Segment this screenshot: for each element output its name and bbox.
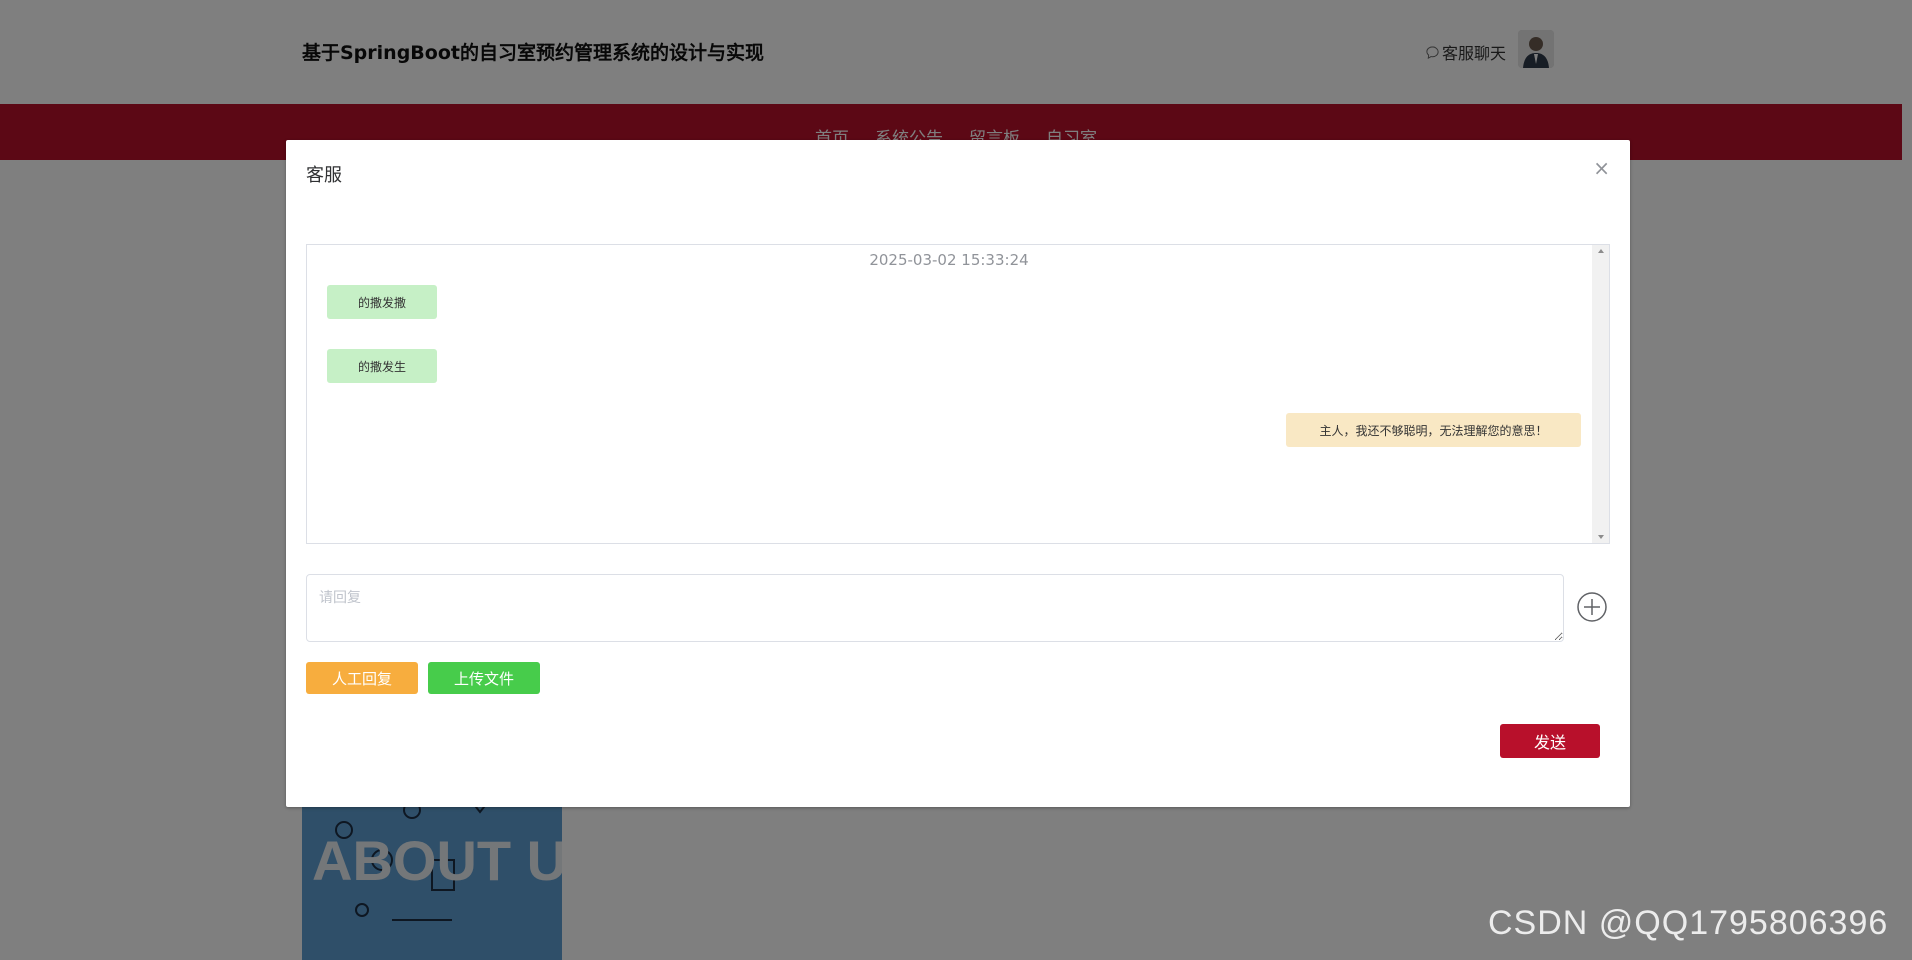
chat-scrollbar[interactable] <box>1592 245 1609 543</box>
reply-input[interactable] <box>306 574 1564 642</box>
scroll-up-icon[interactable] <box>1598 249 1604 253</box>
send-button[interactable]: 发送 <box>1500 724 1600 758</box>
plus-circle-icon[interactable] <box>1576 591 1608 623</box>
close-icon[interactable]: × <box>1593 158 1610 178</box>
bot-message: 主人，我还不够聪明，无法理解您的意思！ <box>1286 413 1581 447</box>
message-timestamp: 2025-03-02 15:33:24 <box>869 251 1029 269</box>
upload-file-button[interactable]: 上传文件 <box>428 662 540 694</box>
user-message: 的撒发生 <box>327 349 437 383</box>
customer-service-dialog: 客服 × 2025-03-02 15:33:24 的撒发撒 的撒发生 主人，我还… <box>286 140 1630 807</box>
watermark: CSDN @QQ1795806396 <box>1488 904 1889 942</box>
chat-history[interactable]: 2025-03-02 15:33:24 的撒发撒 的撒发生 主人，我还不够聪明，… <box>306 244 1610 544</box>
manual-reply-button[interactable]: 人工回复 <box>306 662 418 694</box>
scroll-down-icon[interactable] <box>1598 535 1604 539</box>
dialog-title: 客服 <box>306 165 342 186</box>
user-message: 的撒发撒 <box>327 285 437 319</box>
